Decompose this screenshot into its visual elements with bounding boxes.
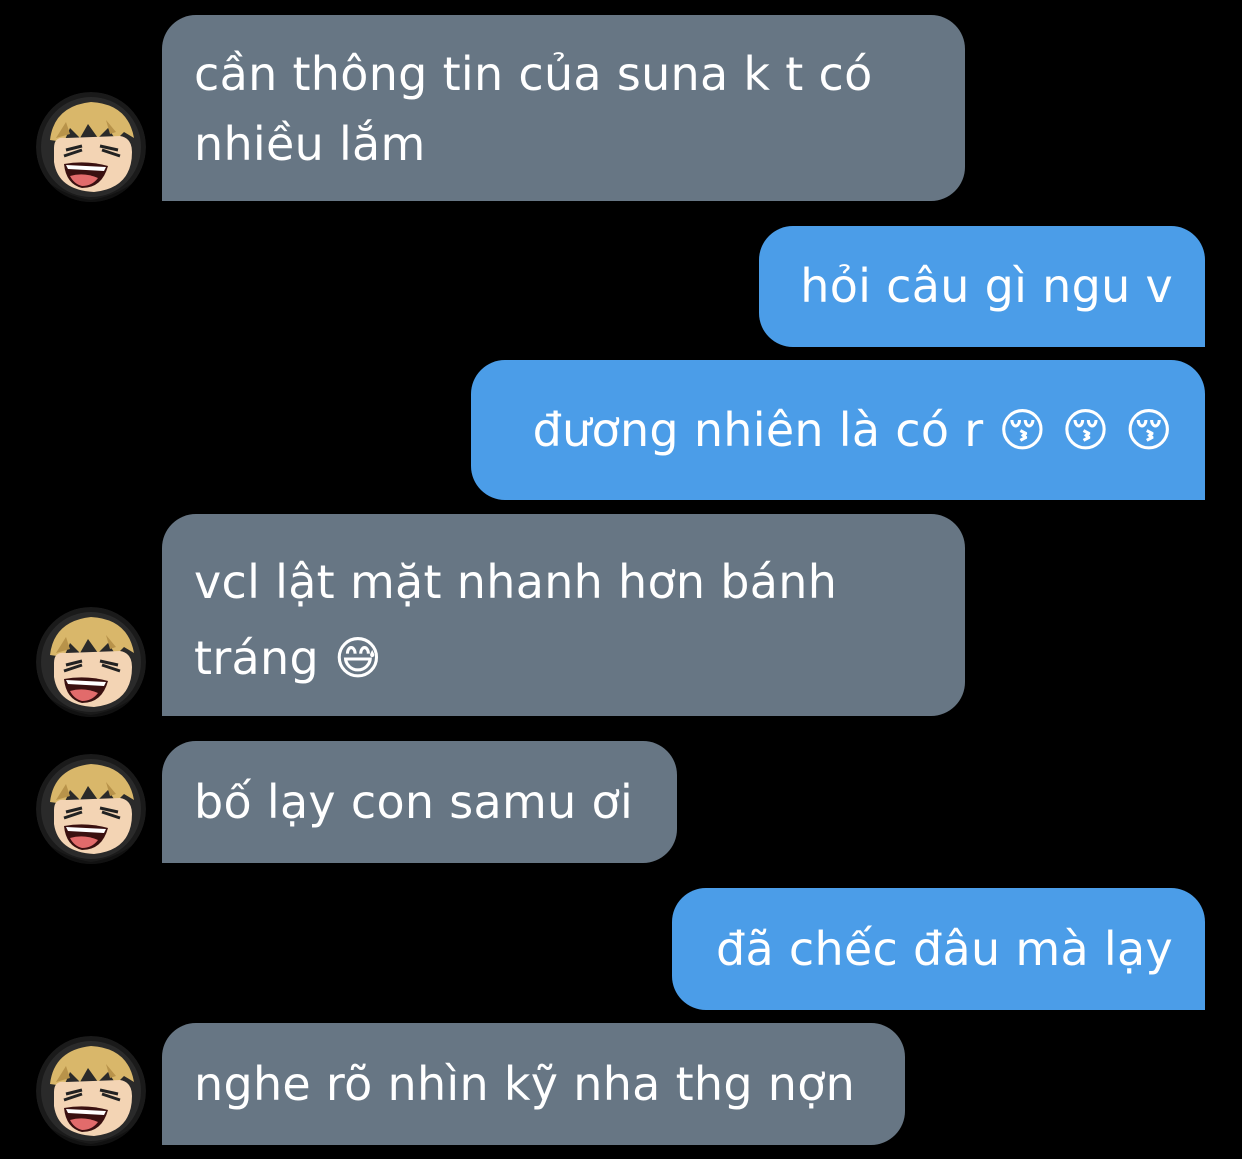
message-bubble-incoming[interactable]: nghe rõ nhìn kỹ nha thg nợn (162, 1023, 905, 1145)
message-bubble-incoming[interactable]: bố lạy con samu ơi (162, 741, 677, 863)
anime-laughing-face-icon (36, 92, 146, 202)
message-bubble-outgoing[interactable]: đã chếc đâu mà lạy (672, 888, 1205, 1010)
message-bubble-incoming[interactable]: vcl lật mặt nhanh hơn bánh tráng 😅 (162, 514, 965, 716)
message-bubble-incoming[interactable]: cần thông tin của suna k t có nhiều lắm (162, 15, 965, 201)
contact-avatar[interactable] (36, 92, 146, 202)
contact-avatar[interactable] (36, 607, 146, 717)
contact-avatar[interactable] (36, 754, 146, 864)
anime-laughing-face-icon (36, 1036, 146, 1146)
anime-laughing-face-icon (36, 607, 146, 717)
message-bubble-outgoing[interactable]: đương nhiên là có r 😚 😚 😚 (471, 360, 1205, 500)
anime-laughing-face-icon (36, 754, 146, 864)
contact-avatar[interactable] (36, 1036, 146, 1146)
message-bubble-outgoing[interactable]: hỏi câu gì ngu v (759, 226, 1205, 347)
